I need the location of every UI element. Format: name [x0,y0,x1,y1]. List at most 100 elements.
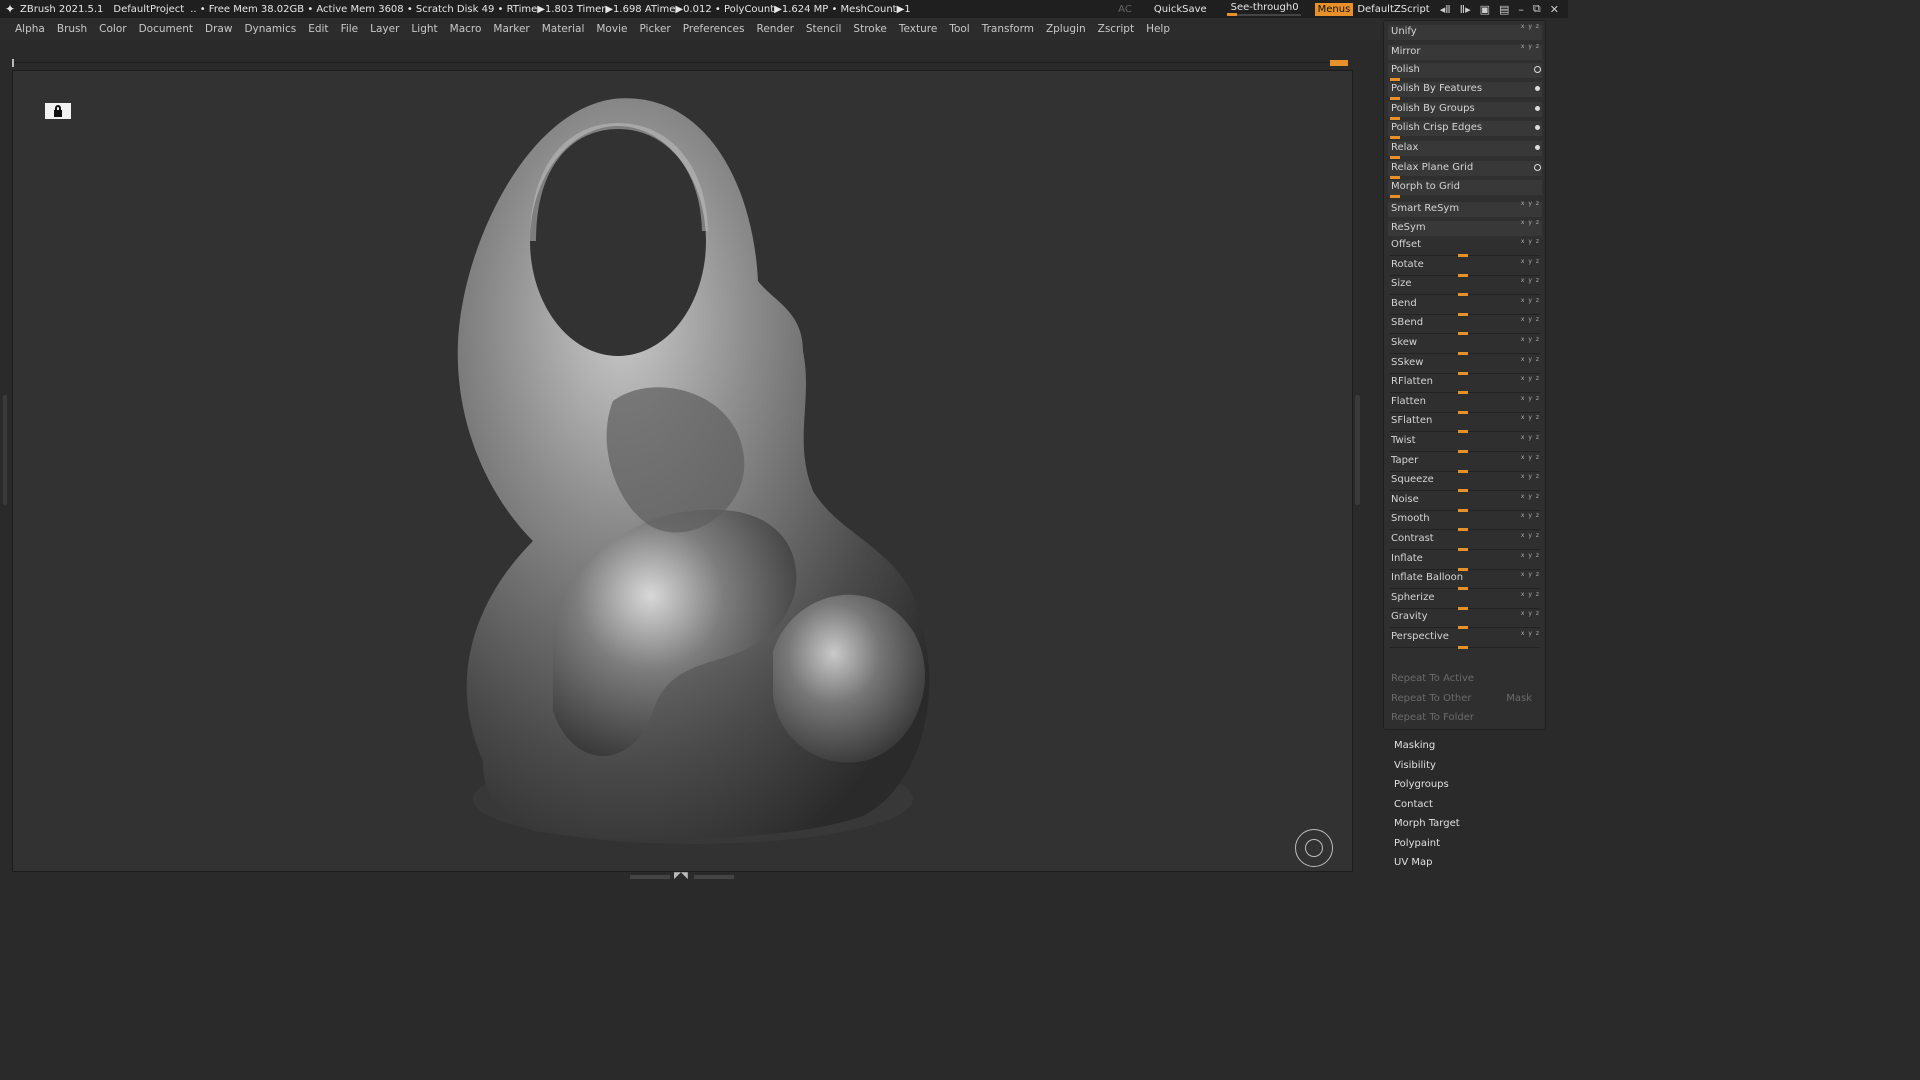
option-ring-icon[interactable] [1534,164,1541,171]
option-dot-icon[interactable] [1535,145,1540,150]
repeat-to-active-button[interactable]: Repeat To Active [1388,672,1542,688]
xyz-axis-toggle[interactable]: x y z [1521,512,1540,519]
button-relax[interactable]: Relax [1388,141,1542,159]
slider-knob[interactable] [1458,587,1468,591]
slider-perspective[interactable]: Perspective x y z [1388,630,1542,649]
xyz-axis-toggle[interactable]: x y z [1521,414,1540,421]
slider-size[interactable]: Size x y z [1388,277,1542,297]
timeline-marker[interactable] [1330,60,1348,66]
slider-knob[interactable] [1458,567,1468,571]
subpalette-masking[interactable]: Masking [1394,740,1435,751]
quicksave-button[interactable]: QuickSave [1154,4,1207,15]
ac-toggle[interactable]: AC [1118,4,1132,15]
button-unify[interactable]: Unify x y z [1388,23,1542,40]
menu-color[interactable]: Color [99,23,126,35]
xyz-axis-toggle[interactable]: x y z [1521,610,1540,617]
xyz-axis-toggle[interactable]: x y z [1521,552,1540,559]
slider-gravity[interactable]: Gravity x y z [1388,610,1542,630]
menu-render[interactable]: Render [757,23,794,35]
xyz-axis-toggle[interactable]: x y z [1521,532,1540,539]
option-ring-icon[interactable] [1534,66,1541,73]
button-morph-to-grid[interactable]: Morph to Grid [1388,180,1542,198]
navigation-gizmo[interactable] [1295,829,1333,867]
menu-help[interactable]: Help [1146,23,1170,35]
xyz-axis-toggle[interactable]: x y z [1521,219,1540,226]
slider-knob[interactable] [1458,391,1468,395]
slider-knob[interactable] [1458,371,1468,375]
menu-document[interactable]: Document [139,23,193,35]
left-tray-handle[interactable] [3,395,7,505]
button-polish[interactable]: Polish [1388,63,1542,81]
slider-knob[interactable] [1458,430,1468,434]
menu-dynamics[interactable]: Dynamics [244,23,296,35]
menu-alpha[interactable]: Alpha [15,23,45,35]
see-through-slider[interactable]: See-through 0 [1226,1,1301,17]
xyz-axis-toggle[interactable]: x y z [1521,200,1540,207]
close-icon[interactable]: ✕ [1550,3,1559,16]
menu-picker[interactable]: Picker [639,23,670,35]
slider-knob[interactable] [1458,528,1468,532]
slider-squeeze[interactable]: Squeeze x y z [1388,473,1542,493]
menu-layer[interactable]: Layer [370,23,399,35]
xyz-axis-toggle[interactable]: x y z [1521,297,1540,304]
slider-inflate[interactable]: Inflate x y z [1388,552,1542,571]
xyz-axis-toggle[interactable]: x y z [1521,571,1540,578]
xyz-axis-toggle[interactable]: x y z [1521,258,1540,265]
subpalette-visibility[interactable]: Visibility [1394,760,1436,771]
slider-knob[interactable] [1458,332,1468,336]
interface-right-icon[interactable]: Ⅱ▸ [1460,3,1471,16]
subpalette-contact[interactable]: Contact [1394,799,1433,810]
repeat-to-other-button[interactable]: Repeat To Other Mask [1388,692,1542,708]
option-dot-icon[interactable] [1535,86,1540,91]
button-polish-crisp-edges[interactable]: Polish Crisp Edges [1388,121,1542,139]
subpalette-uv-map[interactable]: UV Map [1394,857,1432,868]
xyz-axis-toggle[interactable]: x y z [1521,454,1540,461]
button-mirror[interactable]: Mirror x y z [1388,43,1542,60]
menu-edit[interactable]: Edit [308,23,328,35]
minimize-icon[interactable]: – [1518,3,1524,16]
default-zscript-button[interactable]: DefaultZScript [1357,4,1429,15]
slider-knob[interactable] [1458,450,1468,453]
option-dot-icon[interactable] [1535,125,1540,130]
xyz-axis-toggle[interactable]: x y z [1521,43,1540,50]
subpalette-morph-target[interactable]: Morph Target [1394,818,1460,829]
slider-twist[interactable]: Twist x y z [1388,434,1542,453]
menu-stencil[interactable]: Stencil [806,23,842,35]
slider-knob[interactable] [1458,312,1468,316]
slider-knob[interactable] [1458,626,1468,630]
slider-sflatten[interactable]: SFlatten x y z [1388,414,1542,434]
menu-material[interactable]: Material [542,23,585,35]
button-polish-by-groups[interactable]: Polish By Groups [1388,102,1542,120]
xyz-axis-toggle[interactable]: x y z [1521,493,1540,500]
slider-knob[interactable] [1458,293,1468,297]
slider-flatten[interactable]: Flatten x y z [1388,395,1542,414]
menu-file[interactable]: File [341,23,359,35]
slider-taper[interactable]: Taper x y z [1388,454,1542,473]
slider-noise[interactable]: Noise x y z [1388,493,1542,512]
menu-movie[interactable]: Movie [596,23,627,35]
xyz-axis-toggle[interactable]: x y z [1521,375,1540,382]
menu-marker[interactable]: Marker [493,23,529,35]
slider-knob[interactable] [1458,606,1468,610]
repeat-to-folder-button[interactable]: Repeat To Folder [1388,711,1542,727]
xyz-axis-toggle[interactable]: x y z [1521,356,1540,363]
menu-preferences[interactable]: Preferences [683,23,745,35]
timeline[interactable] [12,58,1348,68]
canvas-viewport[interactable] [12,70,1353,872]
slider-inflate-balloon[interactable]: Inflate Balloon x y z [1388,571,1542,591]
layout-icon[interactable]: ▣ [1480,3,1490,16]
slider-rotate[interactable]: Rotate x y z [1388,258,1542,277]
menu-draw[interactable]: Draw [205,23,232,35]
slider-sskew[interactable]: SSkew x y z [1388,356,1542,375]
slider-smooth[interactable]: Smooth x y z [1388,512,1542,532]
menu-transform[interactable]: Transform [982,23,1034,35]
button-resym[interactable]: ReSym x y z [1388,219,1542,236]
xyz-axis-toggle[interactable]: x y z [1521,434,1540,441]
slider-contrast[interactable]: Contrast x y z [1388,532,1542,551]
right-tray-handle[interactable] [1355,395,1360,505]
slider-bend[interactable]: Bend x y z [1388,297,1542,316]
xyz-axis-toggle[interactable]: x y z [1521,630,1540,637]
interface-left-icon[interactable]: ◂Ⅱ [1440,3,1451,16]
restore-icon[interactable]: ⧉ [1533,2,1541,16]
menu-brush[interactable]: Brush [57,23,87,35]
